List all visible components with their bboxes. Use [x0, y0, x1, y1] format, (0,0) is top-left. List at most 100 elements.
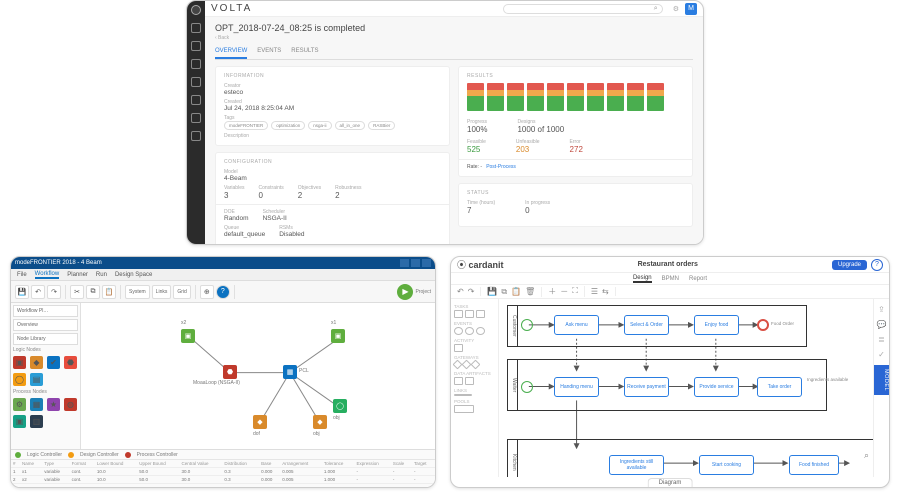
- menu-designspace[interactable]: Design Space: [115, 272, 152, 278]
- nav-icon-6[interactable]: [191, 113, 201, 123]
- settings-icon[interactable]: ⚙: [673, 5, 679, 13]
- check-icon[interactable]: ✓: [878, 350, 885, 359]
- menu-planner[interactable]: Planner: [67, 272, 88, 278]
- copy-icon[interactable]: ⧉: [86, 285, 100, 299]
- min-button[interactable]: [400, 259, 409, 267]
- menu-run[interactable]: Run: [96, 272, 107, 278]
- node-main[interactable]: ⬣: [223, 365, 237, 379]
- run-button[interactable]: ▶: [397, 284, 413, 300]
- post-process-link[interactable]: Post-Process: [486, 164, 516, 170]
- shape-event-icon[interactable]: [454, 327, 463, 335]
- node-dof1[interactable]: ◆: [253, 415, 267, 429]
- menu-file[interactable]: File: [17, 272, 27, 278]
- share-icon[interactable]: ⇪: [878, 305, 885, 314]
- th[interactable]: Tolerance: [322, 460, 355, 468]
- shape-link-icon[interactable]: [454, 394, 472, 396]
- task-ingredients-available[interactable]: Ingredients still available: [609, 455, 664, 475]
- left-nodelibrary[interactable]: Node Library: [13, 333, 78, 345]
- save-icon[interactable]: 💾: [15, 285, 29, 299]
- table-row[interactable]: 2x2variablecont.10.050.030.00.30.0000.00…: [11, 476, 435, 484]
- status-design[interactable]: Design Controller: [80, 452, 119, 458]
- table-row[interactable]: 1x1variablecont.10.050.030.00.30.0000.00…: [11, 468, 435, 476]
- nav-icon-3[interactable]: [191, 59, 201, 69]
- align-icon[interactable]: ☰: [591, 287, 598, 296]
- palette-node-icon[interactable]: ▤: [30, 373, 43, 386]
- th[interactable]: Scale: [391, 460, 412, 468]
- search-icon[interactable]: ⌕: [864, 450, 869, 461]
- shape-gateway-icon[interactable]: [471, 360, 481, 370]
- grid-label[interactable]: Grid: [173, 285, 190, 299]
- copy-icon[interactable]: ⧉: [501, 287, 507, 297]
- th[interactable]: Arrangement: [280, 460, 322, 468]
- status-process[interactable]: Process Controller: [137, 452, 178, 458]
- search-input[interactable]: ⌕: [503, 4, 663, 14]
- tab-events[interactable]: EVENTS: [257, 45, 281, 59]
- fit-icon[interactable]: ⛶: [572, 286, 578, 297]
- node-obj[interactable]: ◯: [333, 399, 347, 413]
- shape-data-icon[interactable]: [454, 377, 463, 385]
- tab-bpmn[interactable]: BPMN: [662, 276, 679, 282]
- links-label[interactable]: Links: [152, 285, 172, 299]
- comments-icon[interactable]: 💬: [877, 320, 887, 329]
- tab-report[interactable]: Report: [689, 276, 707, 282]
- redo-icon[interactable]: ↷: [47, 285, 61, 299]
- cd-canvas[interactable]: Customer Ask menu Select & Order Enjoy f…: [499, 299, 873, 477]
- nav-icon-5[interactable]: [191, 95, 201, 105]
- delete-icon[interactable]: 🗑: [525, 287, 535, 297]
- shape-task-icon[interactable]: [465, 310, 474, 318]
- tag[interactable]: nsga-ii: [308, 121, 331, 130]
- undo-icon[interactable]: ↶: [31, 285, 45, 299]
- node-x2[interactable]: ▣: [181, 329, 195, 343]
- start-event[interactable]: [521, 319, 533, 331]
- close-button[interactable]: [422, 259, 431, 267]
- node-pcl[interactable]: ▦: [283, 365, 297, 379]
- help-icon[interactable]: ?: [216, 285, 230, 299]
- th[interactable]: Lower Bound: [95, 460, 137, 468]
- palette-node-icon[interactable]: ▥: [30, 415, 43, 428]
- palette-node-icon[interactable]: ▣: [13, 415, 26, 428]
- cut-icon[interactable]: ✂: [70, 285, 84, 299]
- redo-icon[interactable]: ↷: [468, 287, 475, 296]
- breadcrumb-back[interactable]: ‹ Back: [215, 35, 693, 41]
- avatar[interactable]: M: [685, 3, 697, 15]
- tab-overview[interactable]: OVERVIEW: [215, 45, 247, 59]
- task-food-finished[interactable]: Food finished: [789, 455, 839, 475]
- th[interactable]: Upper Bound: [137, 460, 179, 468]
- paste-icon[interactable]: 📋: [511, 287, 521, 297]
- task-receive-payment[interactable]: Receive payment: [624, 377, 669, 397]
- palette-node-icon[interactable]: ▣: [13, 356, 26, 369]
- tag[interactable]: RASBier: [368, 121, 395, 130]
- zoom-icon[interactable]: ⊕: [200, 285, 214, 299]
- mf-canvas[interactable]: ▣ x2 ▣ x1 ⬣ MoaaLoop (NSGA-II) ▦ PCL ◯ o…: [81, 303, 435, 449]
- zoomout-icon[interactable]: －: [560, 286, 568, 297]
- th[interactable]: Base: [259, 460, 280, 468]
- palette-node-icon[interactable]: ▦: [30, 398, 43, 411]
- palette-node-icon[interactable]: ◆: [30, 356, 43, 369]
- palette-node-icon[interactable]: ✔: [47, 356, 60, 369]
- tag[interactable]: optimization: [271, 121, 305, 130]
- left-overview[interactable]: Overview: [13, 319, 78, 331]
- task-provide-service[interactable]: Provide service: [694, 377, 739, 397]
- status-logic[interactable]: Logic Controller: [27, 452, 62, 458]
- tag[interactable]: modeFRONTIER: [224, 121, 268, 130]
- task-enjoy-food[interactable]: Enjoy food: [694, 315, 739, 335]
- th[interactable]: Format: [70, 460, 95, 468]
- palette-node-icon[interactable]: ◍: [64, 398, 77, 411]
- tag[interactable]: all_in_one: [335, 121, 366, 130]
- max-button[interactable]: [411, 259, 420, 267]
- task-take-order[interactable]: Take order: [757, 377, 802, 397]
- tab-results[interactable]: RESULTS: [291, 45, 318, 59]
- th[interactable]: Type: [42, 460, 69, 468]
- menu-workflow[interactable]: Workflow: [35, 271, 60, 279]
- node-x1[interactable]: ▣: [331, 329, 345, 343]
- palette-node-icon[interactable]: ★: [47, 398, 60, 411]
- left-workflow[interactable]: Workflow Pl…: [13, 305, 78, 317]
- upgrade-button[interactable]: Upgrade: [832, 260, 867, 270]
- nav-icon-4[interactable]: [191, 77, 201, 87]
- task-start-cooking[interactable]: Start cooking: [699, 455, 754, 475]
- start-event[interactable]: [521, 381, 533, 393]
- th[interactable]: Target: [412, 460, 435, 468]
- palette-node-icon[interactable]: ⚙: [13, 398, 26, 411]
- shape-event-icon[interactable]: [465, 327, 474, 335]
- shape-event-icon[interactable]: [476, 327, 485, 335]
